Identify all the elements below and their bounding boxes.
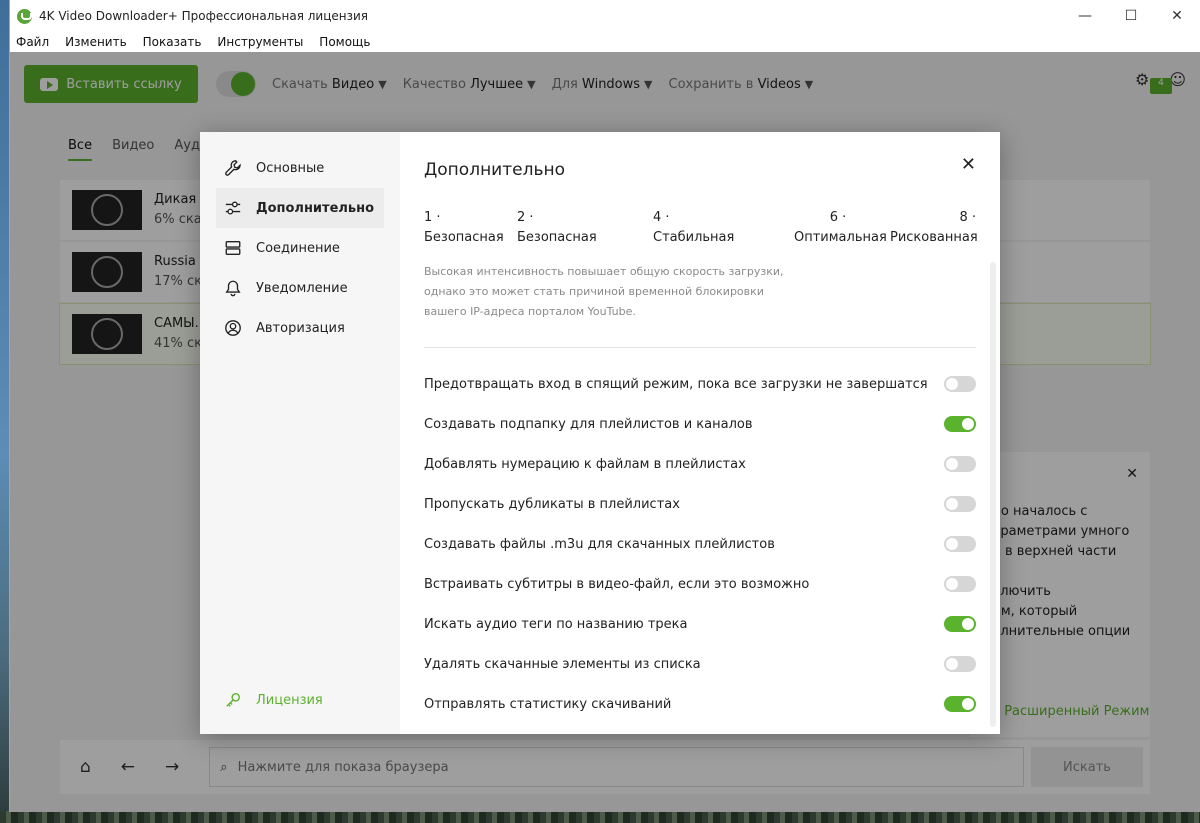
option-prevent-sleep: Предотвращать вход в спящий режим, пока … xyxy=(424,374,976,394)
toggle-switch[interactable] xyxy=(944,456,976,472)
bell-icon xyxy=(225,280,241,297)
option-remove-downloaded: Удалять скачанные элементы из списка xyxy=(424,654,976,674)
toggle-switch[interactable] xyxy=(944,496,976,512)
menu-bar: Файл Изменить Показать Инструменты Помощ… xyxy=(10,32,1200,52)
close-dialog-button[interactable]: ✕ xyxy=(961,154,976,175)
nav-label: Уведомление xyxy=(256,280,348,296)
window-title: 4K Video Downloader+ Профессиональная ли… xyxy=(39,9,368,23)
toggle-switch[interactable] xyxy=(944,576,976,592)
option-m3u-files: Создавать файлы .m3u для скачанных плейл… xyxy=(424,534,976,554)
option-label: Отправлять статистику скачиваний xyxy=(424,696,672,712)
nav-label: Соединение xyxy=(256,240,340,256)
level-6[interactable]: 6 · Оптимальная xyxy=(794,208,887,248)
level-8-label: Рискованная xyxy=(890,230,978,245)
option-numbering: Добавлять нумерацию к файлам в плейлиста… xyxy=(424,454,976,474)
nav-license[interactable]: Лицензия xyxy=(216,680,384,720)
option-label: Удалять скачанные элементы из списка xyxy=(424,656,701,672)
menu-tools[interactable]: Инструменты xyxy=(217,35,303,49)
nav-label: Авторизация xyxy=(256,320,345,336)
option-label: Создавать подпапку для плейлистов и кана… xyxy=(424,416,753,432)
toggle-switch[interactable] xyxy=(944,416,976,432)
toggle-switch[interactable] xyxy=(944,696,976,712)
divider xyxy=(424,347,976,348)
dialog-title: Дополнительно xyxy=(424,160,565,180)
nav-label: Лицензия xyxy=(256,692,323,708)
option-embed-subtitles: Встраивать субтитры в видео-файл, если э… xyxy=(424,574,976,594)
sliders-icon xyxy=(225,201,241,215)
title-bar: 4K Video Downloader+ Профессиональная ли… xyxy=(10,0,1200,32)
settings-dialog: Основные Дополнительно Соединение Уведом… xyxy=(200,132,1000,734)
level-1[interactable]: 1 · Безопасная xyxy=(424,208,516,248)
option-create-subfolder: Создавать подпапку для плейлистов и кана… xyxy=(424,414,976,434)
maximize-button[interactable]: ☐ xyxy=(1108,0,1154,32)
intensity-description: Высокая интенсивность повышает общую ско… xyxy=(424,265,784,318)
nav-general[interactable]: Основные xyxy=(216,148,384,188)
level-4[interactable]: 4 · Стабильная xyxy=(653,208,753,248)
wrench-icon xyxy=(225,160,241,176)
nav-advanced[interactable]: Дополнительно xyxy=(216,188,384,228)
minimize-button[interactable]: — xyxy=(1062,0,1108,32)
level-8[interactable]: 8 · Рискованная xyxy=(890,208,978,248)
toggle-switch[interactable] xyxy=(944,536,976,552)
level-6-number: 6 · xyxy=(829,210,847,225)
toggle-switch[interactable] xyxy=(944,376,976,392)
menu-view[interactable]: Показать xyxy=(143,35,202,49)
option-label: Встраивать субтитры в видео-файл, если э… xyxy=(424,576,810,592)
desktop-strip xyxy=(0,811,1200,823)
option-label: Добавлять нумерацию к файлам в плейлиста… xyxy=(424,456,746,472)
nav-authorization[interactable]: Авторизация xyxy=(216,308,384,348)
level-2[interactable]: 2 · Безопасная xyxy=(517,208,617,248)
menu-file[interactable]: Файл xyxy=(16,35,49,49)
settings-content: Дополнительно ✕ 1 · Безопасная 2 · Безоп… xyxy=(424,132,978,734)
nav-label: Основные xyxy=(256,160,325,176)
option-skip-duplicates: Пропускать дубликаты в плейлистах xyxy=(424,494,976,514)
settings-scrollbar[interactable] xyxy=(990,262,996,727)
option-label: Создавать файлы .m3u для скачанных плейл… xyxy=(424,536,775,552)
option-label: Предотвращать вход в спящий режим, пока … xyxy=(424,376,928,392)
level-6-label: Оптимальная xyxy=(794,230,887,245)
option-audio-tags: Искать аудио теги по названию трека xyxy=(424,614,976,634)
app-logo-icon xyxy=(17,8,32,24)
key-icon xyxy=(226,693,240,707)
toggle-switch[interactable] xyxy=(944,656,976,672)
option-label: Пропускать дубликаты в плейлистах xyxy=(424,496,680,512)
user-icon xyxy=(225,320,241,336)
toggle-switch[interactable] xyxy=(944,616,976,632)
nav-label: Дополнительно xyxy=(256,200,375,216)
settings-sidebar: Основные Дополнительно Соединение Уведом… xyxy=(200,132,400,734)
level-8-number: 8 · xyxy=(959,210,976,225)
server-icon xyxy=(225,241,241,255)
close-window-button[interactable]: ✕ xyxy=(1154,0,1200,32)
menu-edit[interactable]: Изменить xyxy=(65,35,127,49)
option-label: Искать аудио теги по названию трека xyxy=(424,616,688,632)
option-send-stats: Отправлять статистику скачиваний xyxy=(424,694,976,714)
nav-notifications[interactable]: Уведомление xyxy=(216,268,384,308)
nav-connection[interactable]: Соединение xyxy=(216,228,384,268)
menu-help[interactable]: Помощь xyxy=(319,35,370,49)
